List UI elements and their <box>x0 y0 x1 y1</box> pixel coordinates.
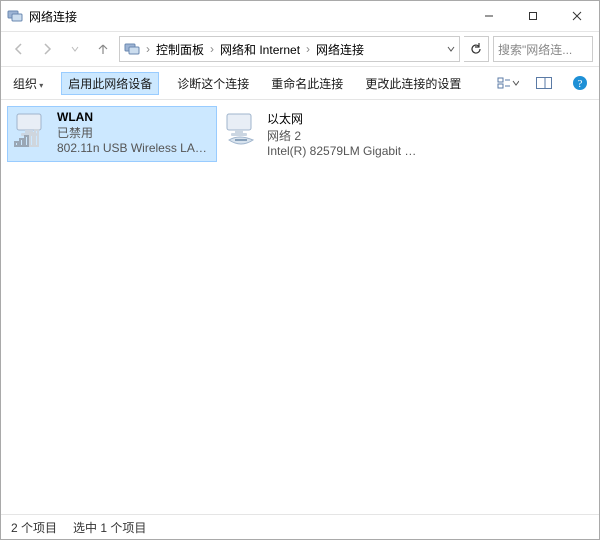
adapter-status: 网络 2 <box>267 127 423 144</box>
search-input[interactable]: 搜索"网络连... <box>493 36 593 62</box>
adapter-item-wlan[interactable]: WLAN 已禁用 802.11n USB Wireless LAN Card <box>7 106 217 162</box>
chevron-right-icon: › <box>306 42 310 56</box>
breadcrumb-dropdown[interactable] <box>447 45 455 53</box>
organize-button[interactable]: 组织 <box>9 73 47 94</box>
window: 网络连接 › 控制面板 › 网络和 Internet › 网络连接 搜索"网络连… <box>0 0 600 540</box>
maximize-button[interactable] <box>511 1 555 31</box>
adapter-item-ethernet[interactable]: 以太网 网络 2 Intel(R) 82579LM Gigabit Netw..… <box>217 106 427 162</box>
titlebar: 网络连接 <box>1 1 599 31</box>
status-count: 2 个项目 <box>11 519 57 536</box>
minimize-button[interactable] <box>467 1 511 31</box>
rename-button[interactable]: 重命名此连接 <box>267 73 347 94</box>
recent-locations-button[interactable] <box>63 37 87 61</box>
network-connections-icon <box>124 41 140 57</box>
adapter-name: WLAN <box>57 110 213 124</box>
forward-button[interactable] <box>35 37 59 61</box>
ethernet-adapter-icon <box>221 110 261 150</box>
network-connections-icon <box>7 8 23 24</box>
adapter-name: 以太网 <box>267 110 423 127</box>
adapter-status: 已禁用 <box>57 124 213 141</box>
wifi-adapter-icon <box>11 110 51 150</box>
view-options-button[interactable] <box>497 72 519 94</box>
refresh-button[interactable] <box>464 36 489 62</box>
statusbar: 2 个项目 选中 1 个项目 <box>1 514 599 539</box>
adapter-list: WLAN 已禁用 802.11n USB Wireless LAN Card 以… <box>1 100 599 514</box>
status-selection: 选中 1 个项目 <box>73 519 146 536</box>
enable-device-button[interactable]: 启用此网络设备 <box>61 72 159 95</box>
change-settings-button[interactable]: 更改此连接的设置 <box>361 73 465 94</box>
address-bar: › 控制面板 › 网络和 Internet › 网络连接 搜索"网络连... <box>1 31 599 67</box>
chevron-right-icon: › <box>146 42 150 56</box>
window-title: 网络连接 <box>29 8 77 25</box>
breadcrumb-item[interactable]: 网络和 Internet <box>220 41 300 58</box>
toolbar: 组织 启用此网络设备 诊断这个连接 重命名此连接 更改此连接的设置 ? <box>1 67 599 100</box>
breadcrumb-item[interactable]: 网络连接 <box>316 41 364 58</box>
adapter-device: Intel(R) 82579LM Gigabit Netw... <box>267 144 423 158</box>
svg-text:?: ? <box>578 78 583 90</box>
adapter-device: 802.11n USB Wireless LAN Card <box>57 141 213 155</box>
diagnose-button[interactable]: 诊断这个连接 <box>173 73 253 94</box>
breadcrumb-item[interactable]: 控制面板 <box>156 41 204 58</box>
up-button[interactable] <box>91 37 115 61</box>
help-button[interactable]: ? <box>569 72 591 94</box>
back-button[interactable] <box>7 37 31 61</box>
chevron-right-icon: › <box>210 42 214 56</box>
preview-pane-button[interactable] <box>533 72 555 94</box>
breadcrumb[interactable]: › 控制面板 › 网络和 Internet › 网络连接 <box>119 36 460 62</box>
close-button[interactable] <box>555 1 599 31</box>
